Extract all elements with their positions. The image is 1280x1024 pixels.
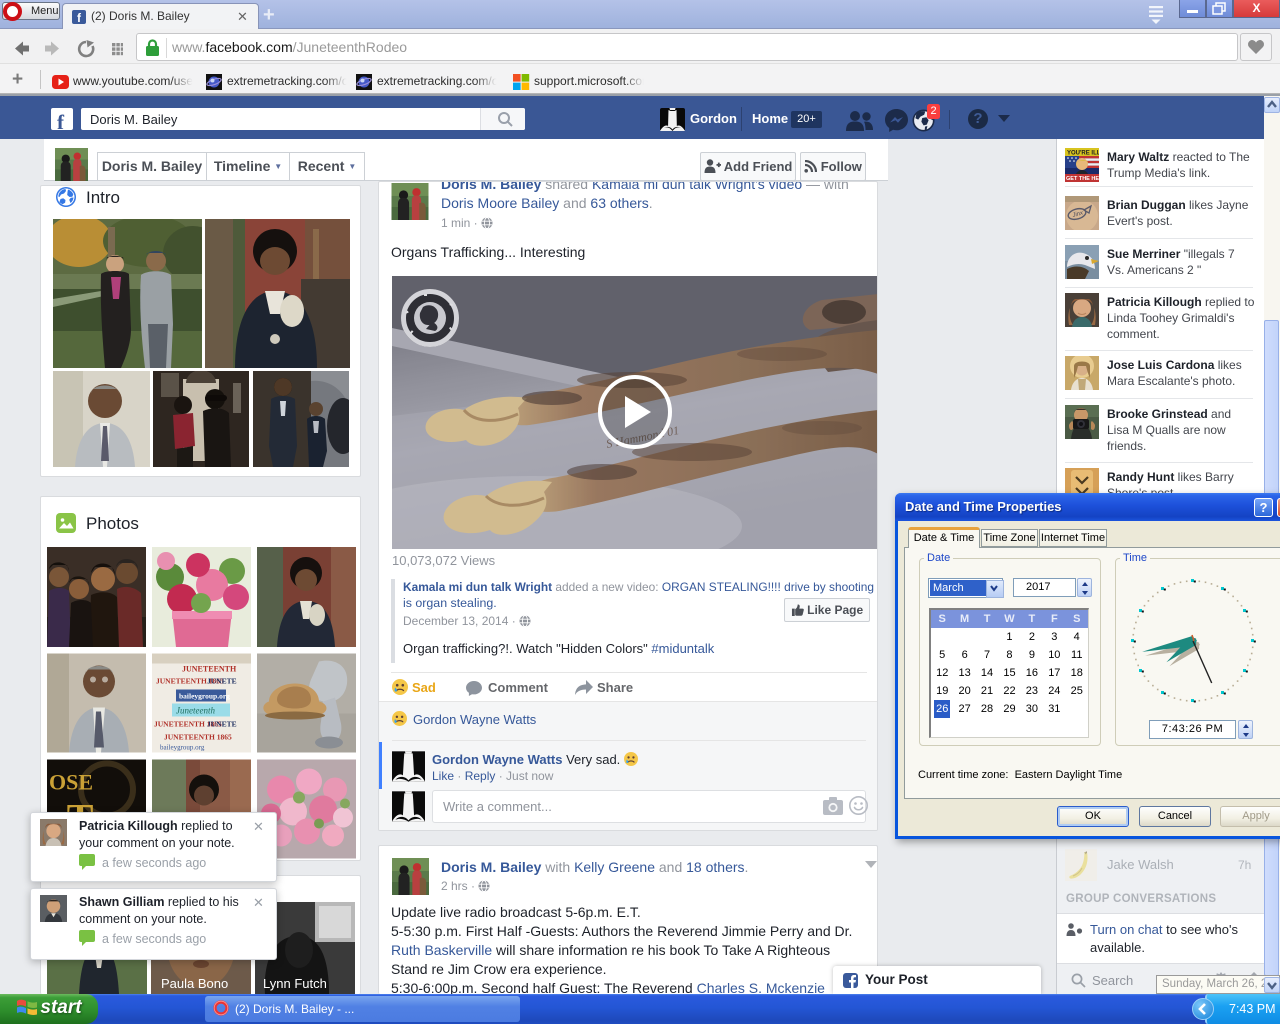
- svg-text:baileygroup.org: baileygroup.org: [179, 692, 230, 701]
- svg-text:JUNETEENTH 1865: JUNETEENTH 1865: [164, 733, 232, 742]
- svg-text:Juneteenth: Juneteenth: [176, 706, 215, 716]
- svg-text:baileygroup.org: baileygroup.org: [160, 744, 205, 752]
- svg-text:JUNETEENTH: JUNETEENTH: [182, 665, 237, 674]
- svg-text:JUNETE: JUNETE: [207, 720, 237, 729]
- svg-text:GET THE HELL OUT: GET THE HELL OUT: [1066, 176, 1099, 182]
- svg-text:JUNETE: JUNETE: [207, 677, 237, 686]
- svg-text:OSE: OSE: [49, 770, 93, 795]
- svg-text:Paula Bono: Paula Bono: [161, 976, 228, 991]
- svg-text:YOU'RE ILLEGAL: YOU'RE ILLEGAL: [1067, 151, 1099, 157]
- svg-text:Lynn Futch: Lynn Futch: [263, 976, 327, 991]
